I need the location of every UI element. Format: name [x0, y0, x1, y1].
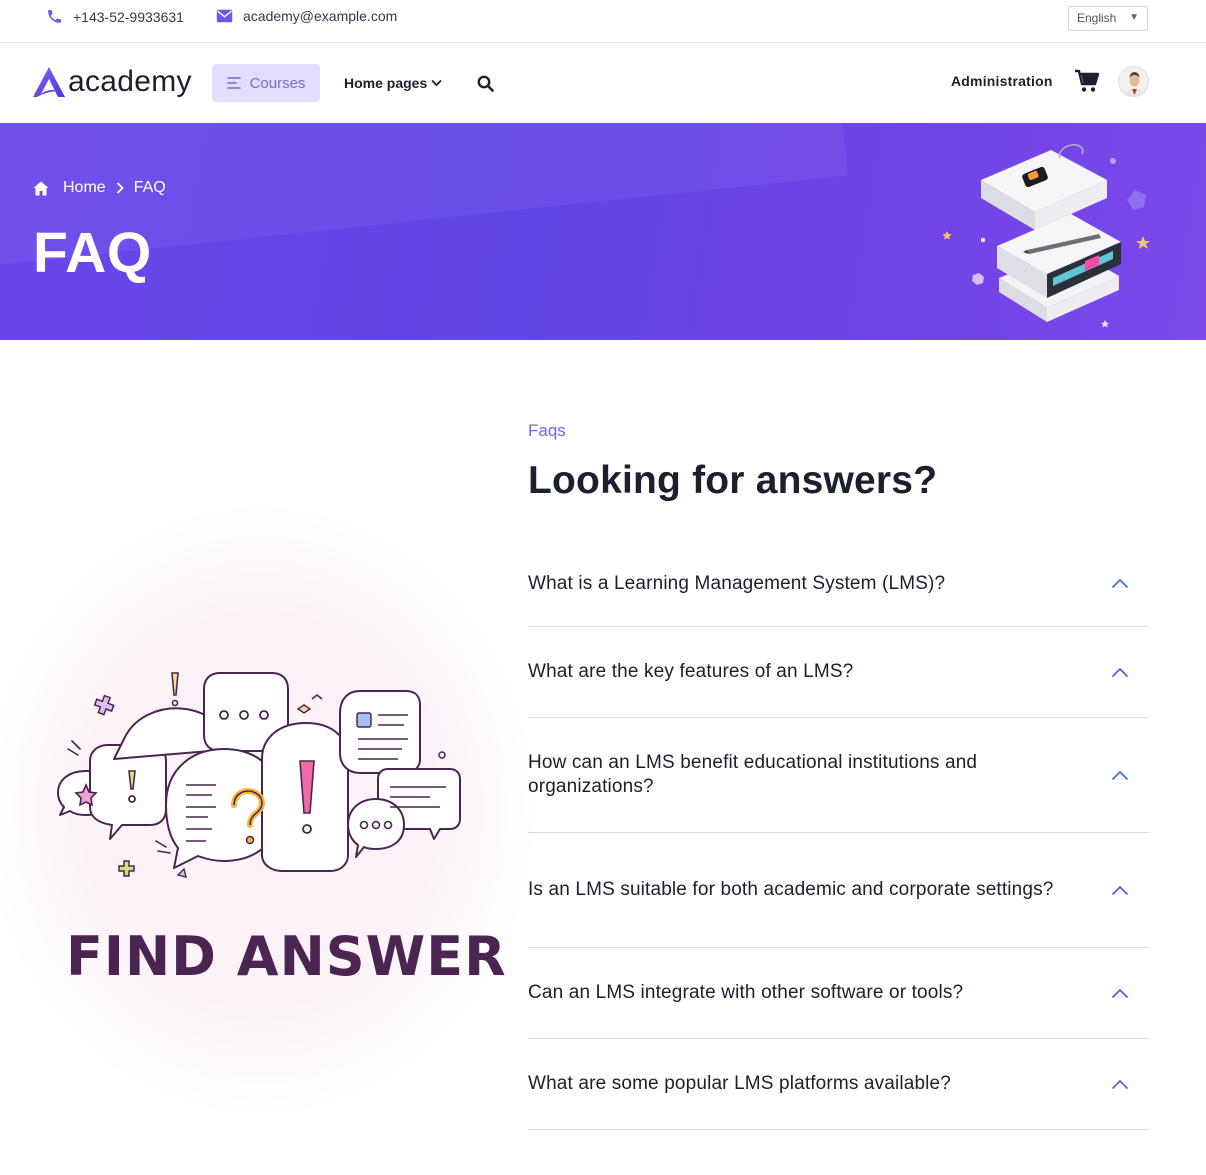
- courses-label: Courses: [249, 74, 306, 92]
- mail-icon: [216, 9, 233, 23]
- academy-logo-icon: [33, 67, 65, 97]
- faq-item[interactable]: What is a Learning Management System (LM…: [528, 541, 1149, 627]
- page-banner: Home FAQ FAQ: [0, 123, 1206, 340]
- cart-icon: [1075, 69, 1100, 92]
- faq-question: Is an LMS suitable for both academic and…: [528, 879, 1054, 900]
- home-icon: [33, 181, 49, 195]
- user-avatar[interactable]: [1118, 66, 1149, 97]
- chevron-right-icon: [116, 182, 124, 194]
- phone-icon: [48, 10, 61, 23]
- chevron-up-icon[interactable]: [1111, 770, 1129, 781]
- chevron-down-icon: ▼: [1129, 12, 1139, 23]
- breadcrumb-home[interactable]: Home: [63, 179, 106, 197]
- chevron-up-icon[interactable]: [1111, 578, 1129, 589]
- breadcrumb-current: FAQ: [133, 179, 166, 196]
- faq-question: Can an LMS integrate with other software…: [528, 982, 964, 1003]
- faq-item[interactable]: Can an LMS integrate with other software…: [528, 948, 1149, 1039]
- contact-email[interactable]: academy@example.com: [216, 8, 397, 24]
- administration-link[interactable]: Administration: [951, 73, 1053, 89]
- page-title: FAQ: [33, 221, 152, 285]
- language-value: English: [1077, 11, 1117, 25]
- faq-question: What are some popular LMS platforms avai…: [528, 1073, 951, 1094]
- faq-question: What are the key features of an LMS?: [528, 661, 854, 682]
- home-pages-label: Home pages: [344, 75, 428, 91]
- breadcrumb: Home FAQ: [33, 179, 166, 197]
- chevron-up-icon[interactable]: [1111, 667, 1129, 678]
- chevron-up-icon[interactable]: [1111, 988, 1129, 999]
- phone-number: +143-52-9933631: [73, 8, 184, 25]
- site-logo[interactable]: academy: [32, 65, 192, 99]
- search-button[interactable]: [477, 75, 494, 97]
- language-select[interactable]: English ▼: [1068, 6, 1148, 31]
- contact-phone[interactable]: +143-52-9933631: [46, 8, 184, 25]
- top-bar: +143-52-9933631 academy@example.com Engl…: [0, 0, 1206, 43]
- logo-text: academy: [68, 65, 192, 98]
- user-avatar-image: [1119, 67, 1148, 96]
- books-illustration: [942, 144, 1150, 328]
- faq-item[interactable]: How can an LMS benefit educational insti…: [528, 718, 1149, 833]
- faq-item[interactable]: Is an LMS suitable for both academic and…: [528, 833, 1149, 948]
- menu-lines-icon: [226, 77, 241, 89]
- faq-item[interactable]: What are the key features of an LMS?: [528, 627, 1149, 718]
- chevron-up-icon[interactable]: [1111, 1079, 1129, 1090]
- faq-kicker: Faqs: [528, 421, 566, 440]
- search-icon: [477, 75, 494, 92]
- chat-bubbles-illustration: [57, 672, 461, 878]
- faq-question: What is a Learning Management System (LM…: [528, 572, 946, 594]
- faq-title: Looking for answers?: [528, 459, 938, 502]
- find-answer-caption: FIND ANSWER: [66, 925, 507, 988]
- courses-button[interactable]: Courses: [212, 64, 320, 102]
- faq-item[interactable]: What are some popular LMS platforms avai…: [528, 1039, 1149, 1130]
- main-header: academy Courses Home pages Administratio…: [0, 43, 1206, 123]
- faq-question: How can an LMS benefit educational insti…: [528, 752, 978, 797]
- cart-button[interactable]: [1074, 69, 1100, 98]
- chevron-up-icon[interactable]: [1111, 885, 1129, 896]
- home-pages-menu[interactable]: Home pages: [344, 75, 442, 91]
- chevron-down-icon: [431, 79, 442, 87]
- email-address: academy@example.com: [243, 8, 398, 24]
